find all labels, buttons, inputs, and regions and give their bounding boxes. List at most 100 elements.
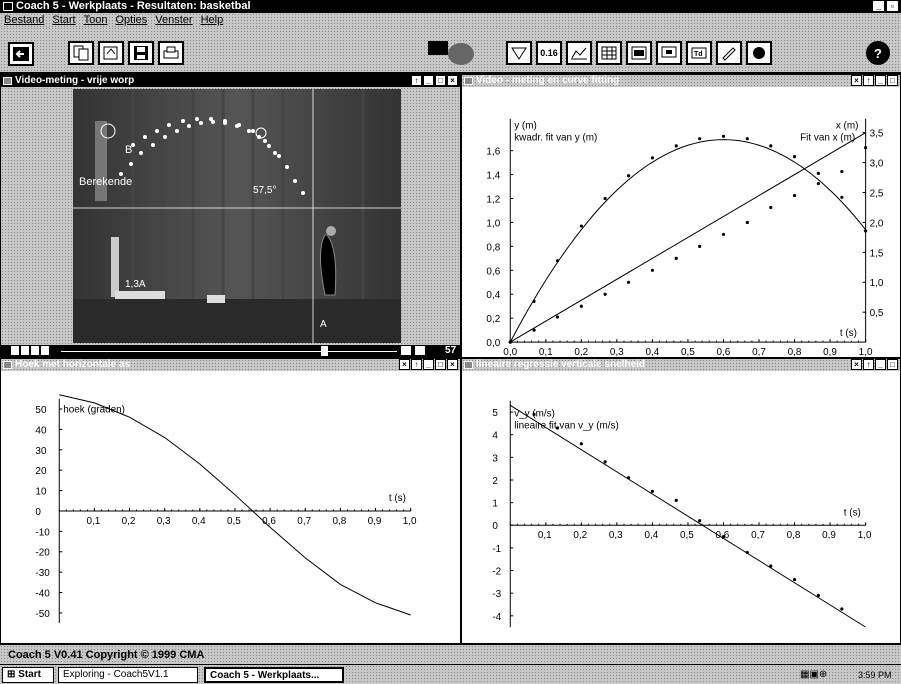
maximize-button[interactable]: □ <box>887 359 898 370</box>
open-button[interactable] <box>98 41 124 65</box>
graph-button[interactable] <box>566 41 592 65</box>
exit-button[interactable] <box>8 42 34 66</box>
monitor-button[interactable] <box>656 41 682 65</box>
data-point <box>792 155 797 159</box>
print-button[interactable] <box>158 41 184 65</box>
video-timeline[interactable] <box>61 351 397 352</box>
velocity-chart[interactable]: 0,10,20,30,40,50,60,70,80,91,0543210-1-2… <box>462 371 900 643</box>
velocity-window-title: lineaire regressie verticale snelheid <box>476 359 645 370</box>
y-tick-label: 4 <box>492 431 498 442</box>
shield-icon <box>511 47 527 60</box>
table-button[interactable] <box>596 41 622 65</box>
x-tick-label: 0,3 <box>609 530 623 541</box>
app-title: Coach 5 - Werkplaats - Resultaten: baske… <box>16 0 251 12</box>
edit-button[interactable] <box>716 41 742 65</box>
video-button[interactable]: Td <box>686 41 712 65</box>
restore-button[interactable]: ▫ <box>886 0 899 12</box>
record-icon[interactable] <box>448 43 474 65</box>
x-tick-label: 0,6 <box>717 347 731 357</box>
camera-icon[interactable] <box>428 41 448 55</box>
save-icon <box>134 46 148 60</box>
menu-venster[interactable]: Venster <box>155 13 192 27</box>
menu-toon[interactable]: Toon <box>84 13 108 27</box>
video-window[interactable]: Video-meting - vrije worp ↑ _ □ × B Bereken… <box>0 74 461 358</box>
menu-start[interactable]: Start <box>52 13 75 27</box>
pin-button[interactable]: ↑ <box>411 75 422 86</box>
step-forward-button[interactable] <box>41 346 49 355</box>
minimize-button[interactable]: _ <box>872 0 885 12</box>
data-point <box>555 259 560 263</box>
app-title-bar: Coach 5 - Werkplaats - Resultaten: baske… <box>0 0 901 13</box>
angle-window[interactable]: Hoek met horizontale as × ↑ _ □ × 0,1 0,2 0,3 0… <box>0 358 461 644</box>
pin-button[interactable]: ↑ <box>863 75 874 86</box>
video-frame[interactable]: B Berekende 57,5° 1,3A A <box>73 89 401 343</box>
curve-fit-window-titlebar[interactable]: Video - meting en curve fitting × ↑ _ □ <box>462 75 900 87</box>
play-button[interactable] <box>11 346 19 355</box>
start-button[interactable]: ⊞ Start <box>2 667 54 683</box>
y-tick-label: 0,8 <box>486 242 500 253</box>
x-tick-label: 0,2 <box>573 530 587 541</box>
close-button[interactable]: × <box>851 75 862 86</box>
close-button[interactable]: × <box>399 359 410 370</box>
new-button[interactable] <box>68 41 94 65</box>
close-button[interactable]: × <box>851 359 862 370</box>
data-point <box>508 340 512 344</box>
angle-chart[interactable]: 0,1 0,2 0,3 0,4 0,5 0,6 0,7 0,8 0,9 1,05040302010… <box>1 371 460 643</box>
globe-button[interactable] <box>746 41 772 65</box>
angle-window-titlebar[interactable]: Hoek met horizontale as × ↑ _ □ × <box>1 359 460 371</box>
tray-icons[interactable]: ▦▣⊕ <box>800 667 848 683</box>
video-window-titlebar[interactable]: Video-meting - vrije worp ↑ _ □ × <box>1 75 460 87</box>
y-tick-label: -20 <box>35 548 50 559</box>
maximize-button[interactable]: □ <box>435 75 446 86</box>
x-tick-label: 0,9 <box>822 530 836 541</box>
task-coach[interactable]: Coach 5 - Werkplaats... <box>204 667 344 683</box>
y-tick-label: -40 <box>35 589 50 600</box>
task-exploring[interactable]: Exploring - Coach5V1.1 <box>58 667 198 683</box>
x-tick-label: 0,7 <box>297 516 311 527</box>
menu-help[interactable]: Help <box>201 13 224 27</box>
curve-fit-window-title: Video - meting en curve fitting <box>476 75 620 86</box>
y-tick-label: -3 <box>492 589 501 600</box>
minimize-button[interactable]: _ <box>423 359 434 370</box>
help-button[interactable]: ? <box>866 41 890 65</box>
zoom-button[interactable] <box>401 346 411 355</box>
x-tick-label: 0,7 <box>752 347 766 357</box>
data-point <box>745 220 749 225</box>
data-point <box>745 550 749 555</box>
curve-fit-window[interactable]: Video - meting en curve fitting × ↑ _ □ 0,0… <box>461 74 901 358</box>
timeline-slider[interactable] <box>321 346 328 356</box>
x-tick-label: 0,9 <box>823 347 837 357</box>
angle-label: 57,5° <box>253 185 276 196</box>
vy-fit-line <box>509 404 866 628</box>
meter-button[interactable] <box>626 41 652 65</box>
window-icon <box>3 361 12 369</box>
velocity-window[interactable]: lineaire regressie verticale snelheid × ↑… <box>461 358 901 644</box>
x-tick-label: 1,0 <box>858 530 872 541</box>
minimize-button[interactable]: _ <box>423 75 434 86</box>
camera-button[interactable] <box>415 346 425 355</box>
task-coach-label: Coach 5 - Werkplaats... <box>210 670 320 681</box>
scale-button[interactable]: 0.16 <box>536 41 562 65</box>
x-tick-label: 0,3 <box>610 347 624 357</box>
close-button-2[interactable]: × <box>447 359 458 370</box>
minimize-button[interactable]: _ <box>875 75 886 86</box>
shield-button[interactable] <box>506 41 532 65</box>
minimize-button[interactable]: _ <box>875 359 886 370</box>
save-button[interactable] <box>128 41 154 65</box>
menu-opties[interactable]: Opties <box>115 13 147 27</box>
velocity-window-titlebar[interactable]: lineaire regressie verticale snelheid × ↑… <box>462 359 900 371</box>
pin-button[interactable]: ↑ <box>863 359 874 370</box>
data-point <box>864 229 868 233</box>
stop-button[interactable] <box>21 346 29 355</box>
menu-bestand[interactable]: Bestand <box>4 13 44 27</box>
x-label: x (m) <box>836 121 859 132</box>
step-back-button[interactable] <box>31 346 39 355</box>
maximize-button[interactable]: □ <box>887 75 898 86</box>
close-button[interactable]: × <box>447 75 458 86</box>
graph-icon <box>571 47 587 60</box>
maximize-button[interactable]: □ <box>435 359 446 370</box>
curve-fit-chart[interactable]: 0,0 0,1 0,2 0,3 0,4 0,5 0,6 0,7 0,8 0,9 1,0 0,0 0,2 0… <box>462 87 900 358</box>
pin-button[interactable]: ↑ <box>411 359 422 370</box>
y-tick-label: 0,0 <box>486 338 500 349</box>
data-point <box>816 593 820 598</box>
